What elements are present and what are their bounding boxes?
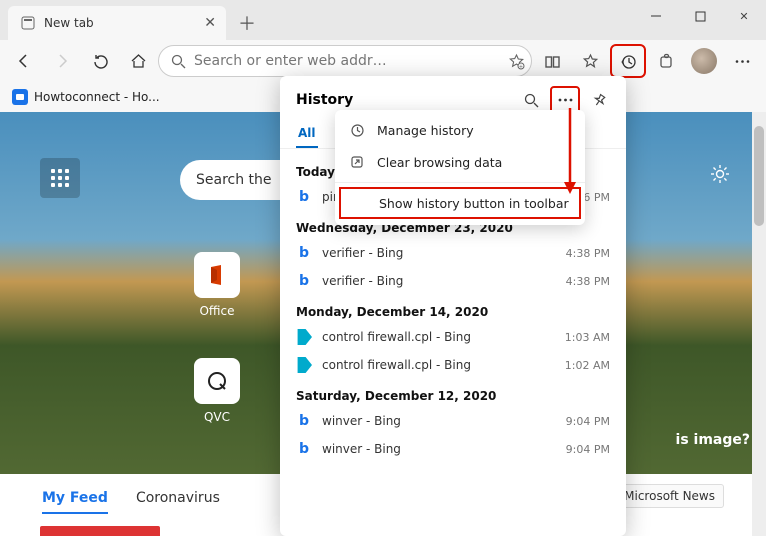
minimize-button[interactable] [634, 0, 678, 32]
apps-launcher-button[interactable] [40, 158, 80, 198]
qvc-icon [194, 358, 240, 404]
ctx-manage-history[interactable]: Manage history [335, 114, 585, 146]
ctx-clear-browsing-data[interactable]: Clear browsing data [335, 146, 585, 178]
history-context-menu: Manage history Clear browsing data Show … [335, 110, 585, 225]
history-item[interactable]: b verifier - Bing 4:38 PM [280, 267, 626, 295]
address-placeholder: Search or enter web addr… [194, 53, 500, 69]
tab-title: New tab [44, 16, 94, 30]
forward-button[interactable] [44, 44, 80, 78]
window-controls: ✕ [634, 0, 766, 32]
history-item[interactable]: b winver - Bing 9:04 PM [280, 407, 626, 435]
history-item-title: verifier - Bing [322, 274, 556, 288]
history-item-time: 4:38 PM [566, 275, 610, 288]
maximize-button[interactable] [678, 0, 722, 32]
menu-button[interactable] [724, 44, 760, 78]
ctx-label: Clear browsing data [377, 155, 502, 170]
history-clock-icon [349, 122, 365, 138]
vertical-scrollbar[interactable] [752, 112, 766, 536]
grid-icon [51, 169, 69, 187]
bing-icon: b [296, 245, 312, 261]
history-item-time: 1:02 AM [565, 359, 610, 372]
new-tab-button[interactable]: ＋ [232, 8, 262, 38]
feed-card-preview [40, 526, 160, 536]
bing-icon: b [296, 413, 312, 429]
quicklink-label: QVC [204, 410, 230, 424]
ctx-show-history-button[interactable]: Show history button in toolbar [339, 187, 581, 219]
favorite-site-icon [12, 89, 28, 105]
quicklink-qvc[interactable]: QVC [194, 358, 240, 424]
feed-tab-coronavirus[interactable]: Coronavirus [136, 484, 220, 512]
avatar-icon [691, 48, 717, 74]
quicklink-office[interactable]: Office [194, 252, 240, 318]
address-bar[interactable]: Search or enter web addr… + [158, 45, 532, 77]
history-item-time: 9:04 PM [566, 415, 610, 428]
history-item[interactable]: control firewall.cpl - Bing 1:02 AM [280, 351, 626, 379]
history-group-header: Saturday, December 12, 2020 [280, 379, 626, 407]
close-window-button[interactable]: ✕ [722, 0, 766, 32]
feed-source-label: Microsoft News [615, 484, 724, 508]
history-item[interactable]: b verifier - Bing 4:38 PM [280, 239, 626, 267]
favorite-item[interactable]: Howtoconnect - Ho... [34, 90, 160, 104]
history-item-time: 4:38 PM [566, 247, 610, 260]
history-tab-all[interactable]: All [296, 120, 318, 148]
history-title: History [296, 92, 512, 108]
bing-teal-icon [296, 329, 312, 345]
ntp-search-placeholder: Search the [196, 172, 272, 188]
history-item-title: control firewall.cpl - Bing [322, 330, 555, 344]
quicklink-label: Office [199, 304, 234, 318]
ctx-label: Manage history [377, 123, 474, 138]
ctx-label: Show history button in toolbar [379, 196, 569, 211]
home-button[interactable] [120, 44, 156, 78]
collections-button[interactable] [534, 44, 570, 78]
history-pin-button[interactable] [584, 86, 614, 114]
blank-icon [351, 195, 367, 211]
ctx-divider [335, 182, 585, 183]
history-item-title: verifier - Bing [322, 246, 556, 260]
bing-icon: b [296, 273, 312, 289]
external-link-icon [349, 154, 365, 170]
history-item-title: control firewall.cpl - Bing [322, 358, 555, 372]
history-item-title: winver - Bing [322, 414, 556, 428]
search-icon [171, 54, 186, 69]
page-settings-button[interactable] [710, 164, 730, 184]
bing-icon: b [296, 441, 312, 457]
extensions-button[interactable] [648, 44, 684, 78]
feed-tab-myfeed[interactable]: My Feed [42, 484, 108, 514]
svg-text:+: + [519, 64, 523, 70]
favorite-star-icon[interactable]: + [508, 53, 525, 70]
history-item[interactable]: control firewall.cpl - Bing 1:03 AM [280, 323, 626, 351]
history-item[interactable]: b winver - Bing 9:04 PM [280, 435, 626, 463]
refresh-button[interactable] [82, 44, 118, 78]
history-group-header: Monday, December 14, 2020 [280, 295, 626, 323]
title-bar: New tab ✕ ＋ ✕ [0, 0, 766, 40]
close-tab-icon[interactable]: ✕ [204, 15, 216, 31]
history-button[interactable] [610, 44, 646, 78]
history-item-time: 9:04 PM [566, 443, 610, 456]
back-button[interactable] [6, 44, 42, 78]
image-question-text: is image? [676, 432, 750, 448]
browser-tab[interactable]: New tab ✕ [8, 6, 226, 40]
bing-icon: b [296, 189, 312, 205]
scrollbar-thumb[interactable] [754, 126, 764, 226]
bing-teal-icon [296, 357, 312, 373]
history-item-time: 1:03 AM [565, 331, 610, 344]
office-icon [194, 252, 240, 298]
page-icon [20, 15, 36, 31]
history-item-title: winver - Bing [322, 442, 556, 456]
favorites-button[interactable] [572, 44, 608, 78]
profile-button[interactable] [686, 44, 722, 78]
history-item-time: 6 PM [583, 191, 610, 204]
